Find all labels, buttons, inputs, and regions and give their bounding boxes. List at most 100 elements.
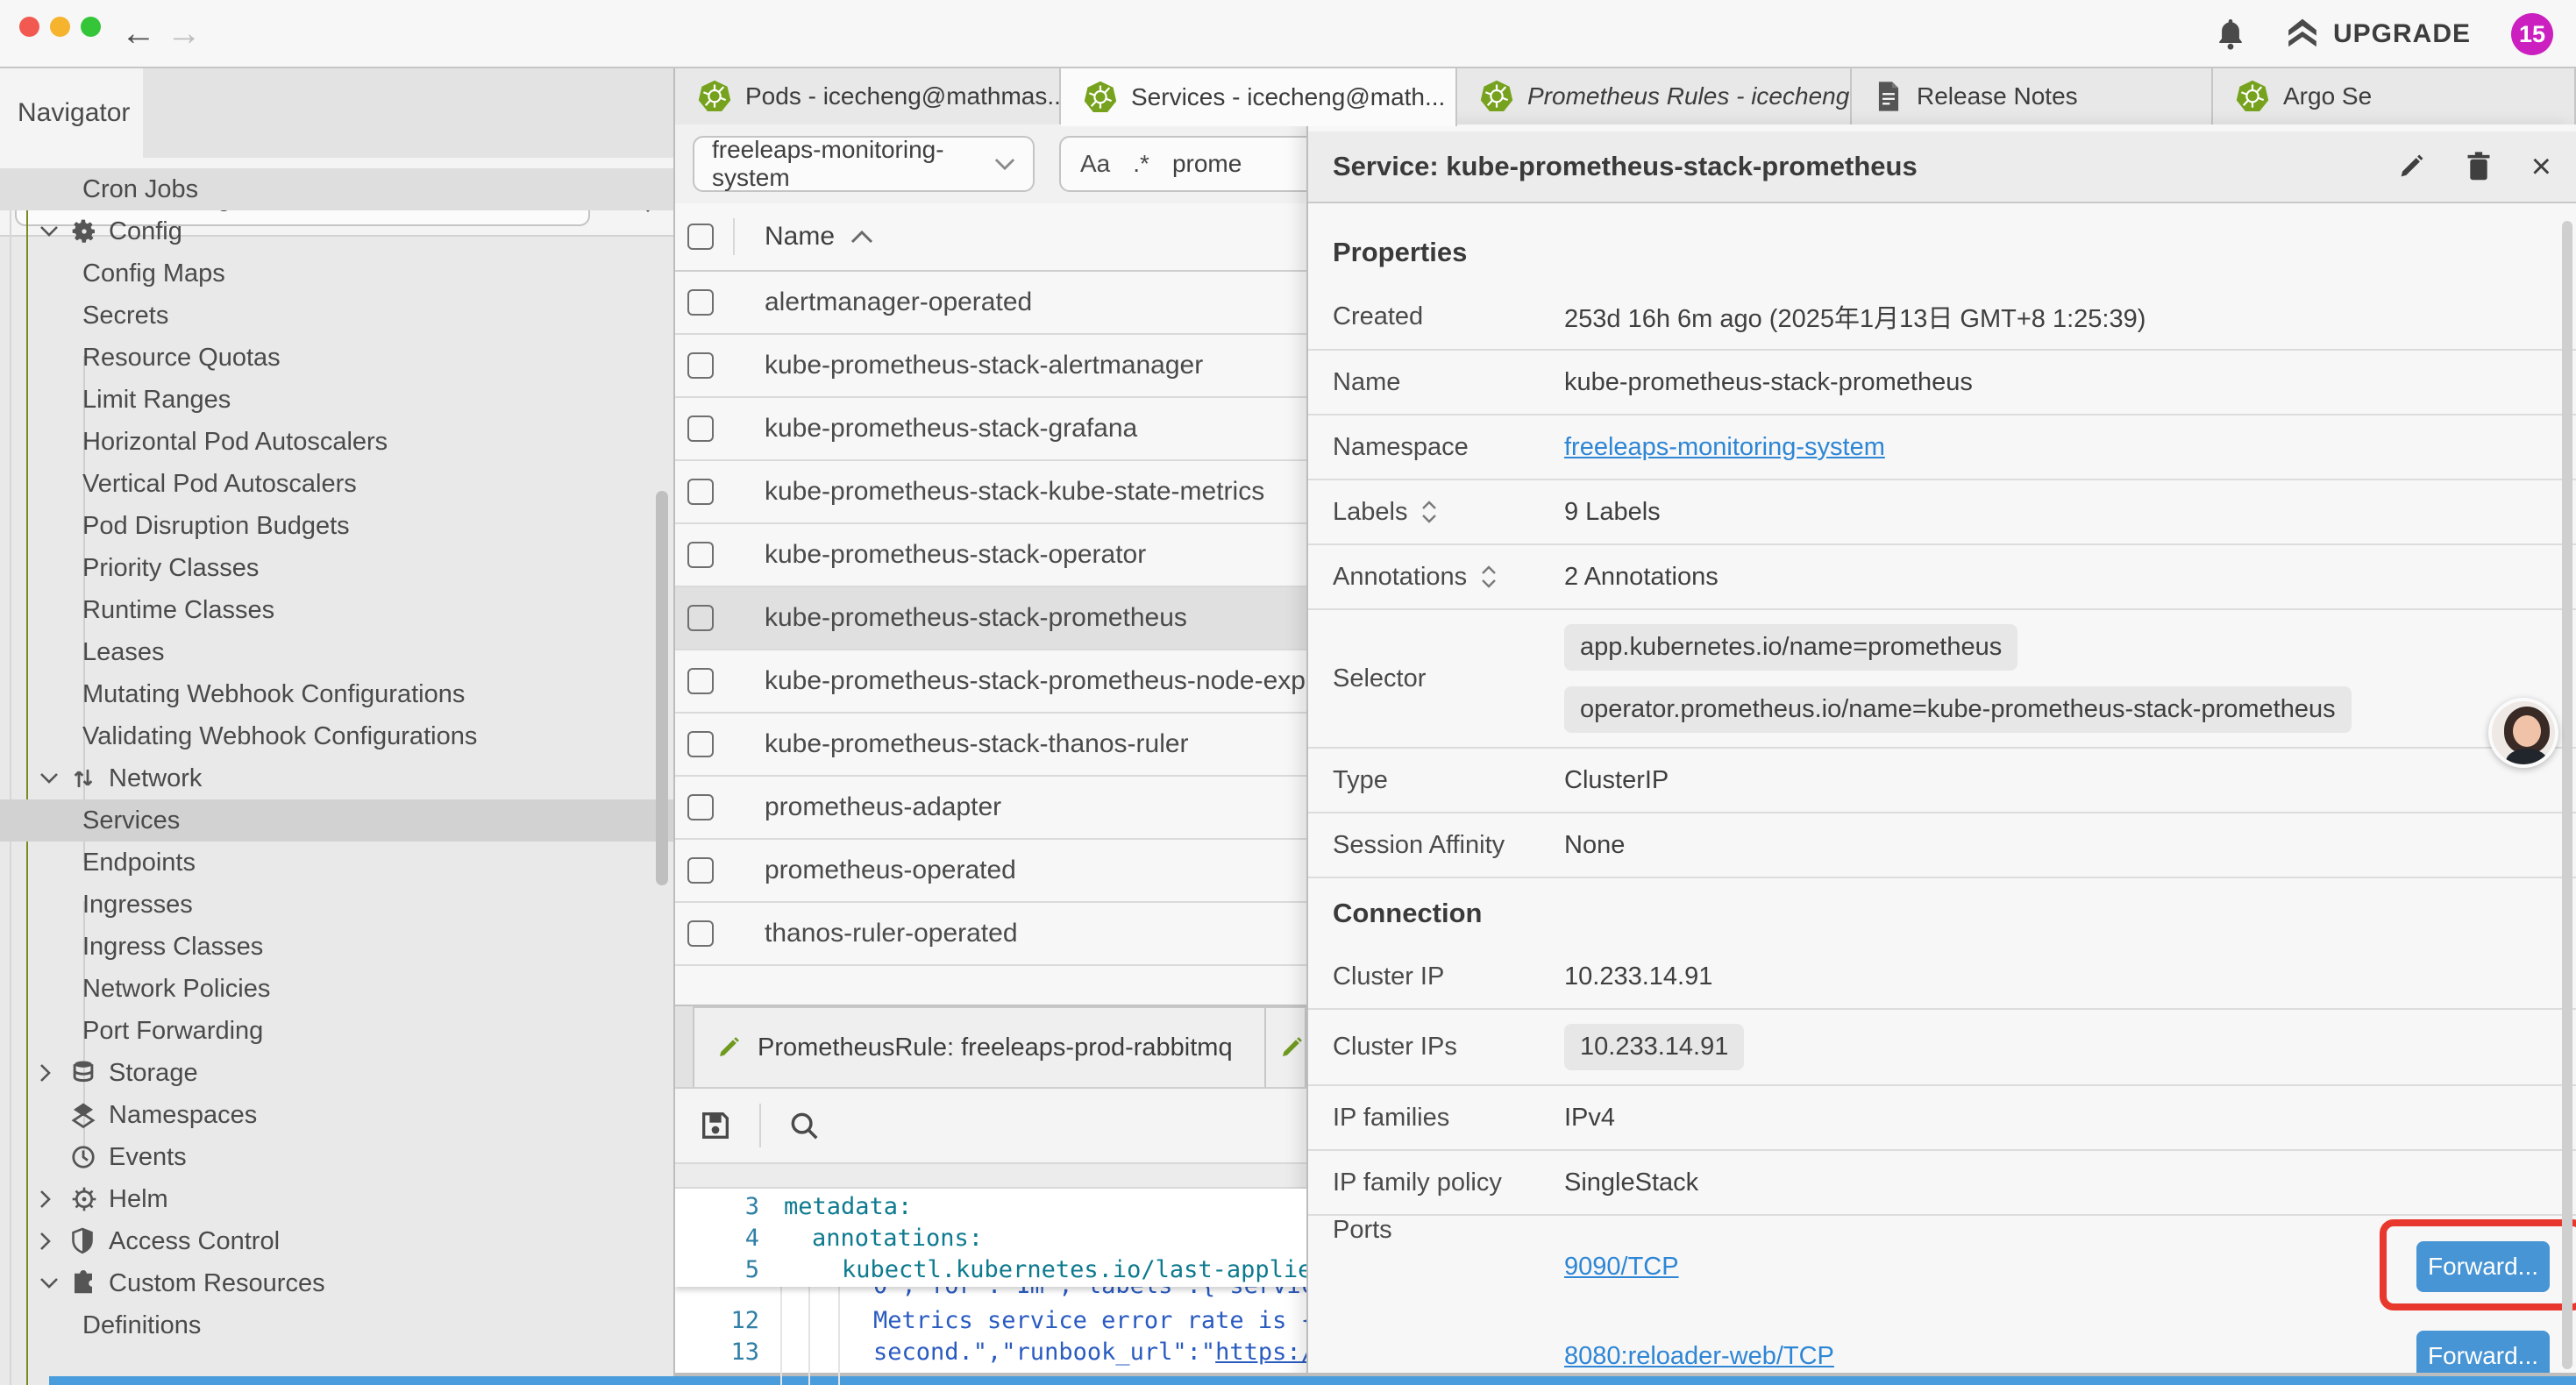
- row-checkbox[interactable]: [687, 479, 714, 505]
- sidebar-item-access-control[interactable]: Access Control: [0, 1220, 673, 1262]
- sidebar-scrollbar[interactable]: [656, 491, 668, 885]
- sort-updown-icon[interactable]: [1479, 564, 1498, 590]
- editor-tab-secondary[interactable]: [1266, 1006, 1306, 1087]
- window-close-button[interactable]: [19, 17, 39, 37]
- window-zoom-button[interactable]: [81, 17, 101, 37]
- edit-pencil-icon[interactable]: [2396, 152, 2426, 181]
- sidebar-item-helm[interactable]: Helm: [0, 1178, 673, 1220]
- sort-ascending-icon[interactable]: [850, 230, 873, 244]
- table-row[interactable]: thanos-ruler-operated: [675, 903, 1306, 966]
- table-row[interactable]: prometheus-operated: [675, 840, 1306, 903]
- match-case-toggle[interactable]: Aa: [1080, 150, 1110, 178]
- window-minimize-button[interactable]: [50, 17, 70, 37]
- table-row[interactable]: kube-prometheus-stack-alertmanager: [675, 335, 1306, 398]
- delete-trash-icon[interactable]: [2465, 151, 2493, 182]
- table-row[interactable]: kube-prometheus-stack-prometheus: [675, 587, 1306, 650]
- sidebar-item-cron-jobs[interactable]: Cron Jobs: [0, 168, 673, 210]
- sidebar-item-config-maps[interactable]: Config Maps: [0, 252, 673, 295]
- table-row[interactable]: kube-prometheus-stack-prometheus-node-ex…: [675, 650, 1306, 714]
- editor-dock-panel: PrometheusRule: freeleaps-prod-rabbitmq: [675, 1005, 1306, 1385]
- chevron-right-icon[interactable]: [39, 1062, 65, 1083]
- sidebar-item-storage[interactable]: Storage: [0, 1052, 673, 1094]
- service-name-cell: thanos-ruler-operated: [765, 919, 1018, 948]
- namespace-link[interactable]: freeleaps-monitoring-system: [1564, 433, 1885, 462]
- notification-bell-icon[interactable]: [2216, 18, 2245, 51]
- yaml-editor[interactable]: 3metadata:4annotations:5kubectl.kubernet…: [675, 1189, 1306, 1385]
- detail-panel-scrollbar[interactable]: [2562, 221, 2572, 1369]
- chevron-down-icon[interactable]: [39, 771, 65, 785]
- sidebar-item-services[interactable]: Services: [0, 799, 673, 842]
- sidebar-item-definitions[interactable]: Definitions: [0, 1304, 673, 1346]
- chevron-down-icon[interactable]: [39, 1276, 65, 1290]
- editor-search-icon[interactable]: [787, 1109, 821, 1142]
- chevron-right-icon[interactable]: [39, 1231, 65, 1252]
- close-icon[interactable]: ×: [2531, 152, 2551, 181]
- sidebar-item-custom-resources[interactable]: Custom Resources: [0, 1262, 673, 1304]
- notification-count-badge[interactable]: 15: [2511, 13, 2553, 55]
- sidebar-item-leases[interactable]: Leases: [0, 631, 673, 673]
- tab-prometheus-rules-icecheng-[interactable]: Prometheus Rules - icecheng...: [1457, 68, 1852, 124]
- sidebar-item-network[interactable]: Network: [0, 757, 673, 799]
- chevron-right-icon[interactable]: [39, 1189, 65, 1210]
- row-checkbox[interactable]: [687, 731, 714, 757]
- tab-release-notes[interactable]: Release Notes: [1852, 68, 2213, 124]
- row-checkbox[interactable]: [687, 668, 714, 694]
- row-checkbox[interactable]: [687, 605, 714, 631]
- tab-pods-icecheng-mathmas-[interactable]: Pods - icecheng@mathmas...: [675, 68, 1061, 124]
- table-row[interactable]: kube-prometheus-stack-thanos-ruler: [675, 714, 1306, 777]
- sidebar-item-pod-disruption-budgets[interactable]: Pod Disruption Budgets: [0, 505, 673, 547]
- sidebar-item-mutating-webhook-configurations[interactable]: Mutating Webhook Configurations: [0, 673, 673, 715]
- window-bottom-accent-bar: [49, 1376, 2576, 1385]
- row-checkbox[interactable]: [687, 794, 714, 820]
- sidebar-item-priority-classes[interactable]: Priority Classes: [0, 547, 673, 589]
- table-row[interactable]: alertmanager-operated: [675, 272, 1306, 335]
- sidebar-item-runtime-classes[interactable]: Runtime Classes: [0, 589, 673, 631]
- editor-tab-title: PrometheusRule: freeleaps-prod-rabbitmq: [758, 1033, 1233, 1062]
- line-number: 12: [675, 1307, 759, 1334]
- sidebar-item-label: Horizontal Pod Autoscalers: [0, 428, 388, 457]
- sidebar-item-secrets[interactable]: Secrets: [0, 295, 673, 337]
- table-search-input[interactable]: Aa .* prome: [1059, 136, 1306, 192]
- navigator-tab[interactable]: Navigator: [0, 68, 143, 158]
- row-checkbox[interactable]: [687, 289, 714, 316]
- chevron-down-icon[interactable]: [39, 224, 65, 238]
- port-link[interactable]: 8080:reloader-web/TCP: [1564, 1342, 1834, 1371]
- sidebar-item-vertical-pod-autoscalers[interactable]: Vertical Pod Autoscalers: [0, 463, 673, 505]
- row-checkbox[interactable]: [687, 542, 714, 568]
- regex-toggle[interactable]: .*: [1133, 150, 1149, 178]
- sidebar-item-validating-webhook-configurations[interactable]: Validating Webhook Configurations: [0, 715, 673, 757]
- sidebar-item-events[interactable]: Events: [0, 1136, 673, 1178]
- sort-updown-icon[interactable]: [1420, 499, 1439, 525]
- detail-row-value: IPv4: [1564, 1090, 1615, 1147]
- sidebar-item-resource-quotas[interactable]: Resource Quotas: [0, 337, 673, 379]
- sidebar-item-endpoints[interactable]: Endpoints: [0, 842, 673, 884]
- table-row[interactable]: kube-prometheus-stack-grafana: [675, 398, 1306, 461]
- row-checkbox[interactable]: [687, 416, 714, 442]
- sidebar-item-config[interactable]: Config: [0, 210, 673, 252]
- select-all-checkbox[interactable]: [687, 224, 714, 250]
- editor-tab-prometheusrule[interactable]: PrometheusRule: freeleaps-prod-rabbitmq: [693, 1006, 1266, 1087]
- row-checkbox[interactable]: [687, 352, 714, 379]
- name-column-header[interactable]: Name: [765, 222, 835, 252]
- save-icon[interactable]: [698, 1108, 733, 1143]
- forward-button-disabled[interactable]: →: [160, 9, 209, 58]
- port-link[interactable]: 9090/TCP: [1564, 1253, 1679, 1282]
- sidebar-item-port-forwarding[interactable]: Port Forwarding: [0, 1010, 673, 1052]
- namespace-selector[interactable]: freeleaps-monitoring-system: [693, 136, 1035, 192]
- sidebar-item-ingresses[interactable]: Ingresses: [0, 884, 673, 926]
- tab-argo-se[interactable]: Argo Se: [2213, 68, 2576, 124]
- sidebar-item-limit-ranges[interactable]: Limit Ranges: [0, 379, 673, 421]
- sidebar-item-ingress-classes[interactable]: Ingress Classes: [0, 926, 673, 968]
- upgrade-button[interactable]: UPGRADE: [2286, 18, 2471, 50]
- back-button[interactable]: ←: [114, 9, 163, 58]
- tab-services-icecheng-math-[interactable]: Services - icecheng@math...×: [1061, 68, 1457, 126]
- sidebar-item-namespaces[interactable]: Namespaces: [0, 1094, 673, 1136]
- table-row[interactable]: kube-prometheus-stack-kube-state-metrics: [675, 461, 1306, 524]
- sidebar-item-network-policies[interactable]: Network Policies: [0, 968, 673, 1010]
- user-avatar[interactable]: [2488, 698, 2558, 768]
- sidebar-item-horizontal-pod-autoscalers[interactable]: Horizontal Pod Autoscalers: [0, 421, 673, 463]
- table-row[interactable]: prometheus-adapter: [675, 777, 1306, 840]
- row-checkbox[interactable]: [687, 857, 714, 884]
- row-checkbox[interactable]: [687, 920, 714, 947]
- table-row[interactable]: kube-prometheus-stack-operator: [675, 524, 1306, 587]
